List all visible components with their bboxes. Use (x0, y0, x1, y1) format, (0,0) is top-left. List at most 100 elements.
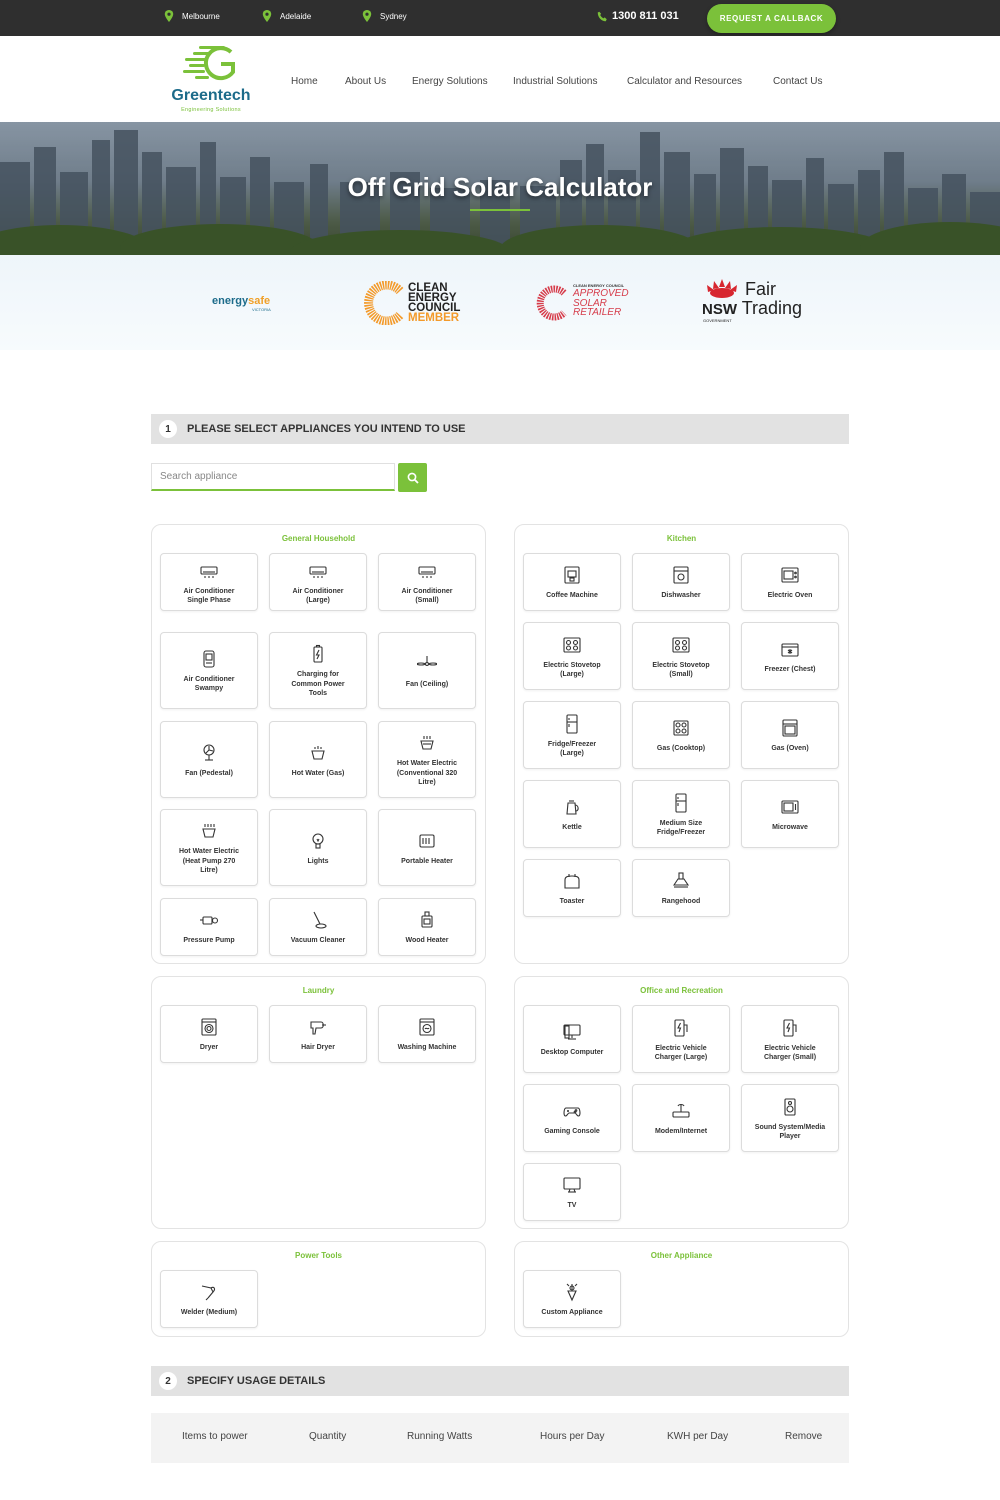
appliance-label: Gas (Cooktop) (656, 745, 706, 753)
search-button[interactable] (398, 463, 427, 492)
appliance-card[interactable]: Dryer (160, 1005, 258, 1063)
location-adelaide[interactable]: Adelaide (262, 10, 311, 22)
ceiling-fan-icon (417, 655, 437, 666)
logo[interactable]: Greentech Engineering Solutions (165, 44, 257, 114)
appliance-label: Pressure Pump (183, 937, 235, 945)
search-appliance-input[interactable] (151, 463, 395, 491)
appliance-card[interactable]: Sound System/Media Player (741, 1084, 839, 1152)
appliance-label: Hot Water Electric (Conventional 320 Lit… (396, 760, 458, 787)
appliance-card[interactable]: Air Conditioner (Large) (269, 553, 367, 611)
location-melbourne[interactable]: Melbourne (164, 10, 220, 22)
appliance-card[interactable]: Medium Size Fridge/Freezer (632, 780, 730, 848)
appliance-card[interactable]: Hot Water Electric (Conventional 320 Lit… (378, 721, 476, 798)
appliance-label: Air Conditioner (Large) (292, 587, 344, 604)
column-header: Running Watts (407, 1431, 473, 1442)
pressure-pump-icon (200, 916, 219, 925)
appliance-card[interactable]: Fridge/Freezer (Large) (523, 701, 621, 769)
panel-kitchen: Kitchen Coffee Machine Dishwasher Electric… (514, 524, 849, 964)
gas-hot-water-icon (311, 745, 325, 760)
appliance-card[interactable]: Air Conditioner (Small) (378, 553, 476, 611)
appliance-card[interactable]: Air Conditioner Swampy (160, 632, 258, 709)
appliance-card[interactable]: Electric Stovetop (Small) (632, 622, 730, 690)
nsw-fair: Fair (745, 279, 776, 299)
hero-banner: Off Grid Solar Calculator (0, 122, 1000, 255)
appliance-card[interactable]: Gas (Cooktop) (632, 701, 730, 769)
gas-oven-icon (782, 719, 798, 737)
appliance-card[interactable]: Hot Water Electric (Heat Pump 270 Litre) (160, 809, 258, 886)
appliance-card[interactable]: Electric Vehicle Charger (Small) (741, 1005, 839, 1073)
phone-icon (597, 11, 607, 21)
nav-contact-us[interactable]: Contact Us (773, 76, 822, 87)
appliance-card[interactable]: Wood Heater (378, 898, 476, 956)
step-title: SPECIFY USAGE DETAILS (187, 1375, 326, 1387)
appliance-card[interactable]: Microwave (741, 780, 839, 848)
appliance-card[interactable]: Kettle (523, 780, 621, 848)
appliance-label: Wood Heater (405, 937, 449, 945)
appliance-card[interactable]: Fan (Pedestal) (160, 721, 258, 798)
appliance-label: Medium Size Fridge/Freezer (656, 819, 706, 836)
appliance-card[interactable]: Fan (Ceiling) (378, 632, 476, 709)
appliance-label: Air Conditioner Swampy (183, 676, 235, 693)
appliance-card[interactable]: Vacuum Cleaner (269, 898, 367, 956)
phone-link[interactable]: 1300 811 031 (597, 10, 679, 22)
appliance-label: Electric Vehicle Charger (Large) (654, 1044, 708, 1061)
appliance-card[interactable]: Dishwasher (632, 553, 730, 611)
appliance-label: Fan (Pedestal) (185, 769, 233, 777)
panel-title: Laundry (302, 986, 335, 995)
map-pin-icon (362, 10, 372, 22)
appliance-card[interactable]: Desktop Computer (523, 1005, 621, 1073)
nsw-label: NSW (702, 301, 737, 318)
map-pin-icon (262, 10, 272, 22)
appliance-card[interactable]: Lights (269, 809, 367, 886)
panel-general-household: General Household Air Conditioner Single… (151, 524, 486, 964)
portable-heater-icon (419, 834, 435, 848)
appliance-card[interactable]: Portable Heater (378, 809, 476, 886)
appliance-card[interactable]: Rangehood (632, 859, 730, 917)
appliance-card[interactable]: Pressure Pump (160, 898, 258, 956)
step-1-header: 1 PLEASE SELECT APPLIANCES YOU INTEND TO… (151, 414, 849, 444)
energysafe-wordmark-b: safe (248, 295, 271, 307)
nav-industrial-solutions[interactable]: Industrial Solutions (513, 76, 598, 87)
appliance-card[interactable]: TV (523, 1163, 621, 1221)
appliance-card[interactable]: Charging for Common Power Tools (269, 632, 367, 709)
nav-about-us[interactable]: About Us (345, 76, 386, 87)
appliance-card[interactable]: Washing Machine (378, 1005, 476, 1063)
wood-heater-icon (421, 911, 433, 928)
nav-calculator-resources[interactable]: Calculator and Resources (627, 76, 742, 87)
appliance-card[interactable]: Welder (Medium) (160, 1270, 258, 1328)
tv-icon (563, 1177, 581, 1193)
appliance-card[interactable]: Freezer (Chest) (741, 622, 839, 690)
panel-title: Other Appliance (650, 1251, 713, 1260)
nav-energy-solutions[interactable]: Energy Solutions (412, 76, 488, 87)
fridge-icon (566, 713, 578, 734)
appliance-card[interactable]: Air Conditioner Single Phase (160, 553, 258, 611)
appliance-card[interactable]: Electric Oven (741, 553, 839, 611)
appliance-card[interactable]: Gaming Console (523, 1084, 621, 1152)
appliance-card[interactable]: Hair Dryer (269, 1005, 367, 1063)
panel-office-recreation: Office and Recreation Desktop Computer El… (514, 976, 849, 1229)
request-callback-button[interactable]: REQUEST A CALLBACK (707, 4, 836, 33)
search-icon (407, 472, 419, 484)
appliance-card[interactable]: Coffee Machine (523, 553, 621, 611)
appliance-card[interactable]: Modem/Internet (632, 1084, 730, 1152)
appliance-card[interactable]: Gas (Oven) (741, 701, 839, 769)
panel-power-tools: Power Tools Welder (Medium) (151, 1241, 486, 1337)
cec-approved-retailer-logo: CLEAN ENERGY COUNCIL APPROVED SOLAR RETA… (535, 283, 645, 333)
appliance-card[interactable]: Toaster (523, 859, 621, 917)
location-label: Adelaide (280, 11, 312, 21)
nav-home[interactable]: Home (291, 76, 318, 87)
appliance-card[interactable]: Electric Vehicle Charger (Large) (632, 1005, 730, 1073)
appliance-card[interactable]: Electric Stovetop (Large) (523, 622, 621, 690)
page-title: Off Grid Solar Calculator (347, 172, 653, 202)
appliance-label: Dryer (199, 1044, 219, 1052)
appliance-label: Custom Appliance (541, 1309, 603, 1317)
appliance-label: Electric Oven (767, 592, 813, 600)
appliance-card[interactable]: Hot Water (Gas) (269, 721, 367, 798)
appliance-label: Washing Machine (397, 1044, 457, 1052)
appliance-label: Vacuum Cleaner (290, 937, 346, 945)
appliance-card[interactable]: Custom Appliance (523, 1270, 621, 1328)
location-sydney[interactable]: Sydney (362, 10, 407, 22)
step-title: PLEASE SELECT APPLIANCES YOU INTEND TO U… (187, 423, 466, 435)
nsw-trading: Trading (741, 298, 803, 318)
appliance-label: TV (567, 1202, 577, 1210)
